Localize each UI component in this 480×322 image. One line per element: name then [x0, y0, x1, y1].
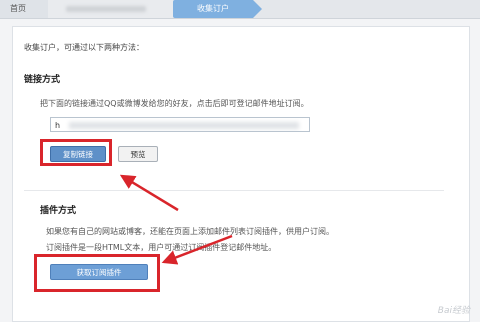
blurred-url: [69, 122, 299, 129]
plugin-section-desc-2: 订阅插件是一段HTML文本，用户可通过订阅插件登记邮件地址。: [46, 243, 277, 252]
link-section-title: 链接方式: [24, 75, 61, 85]
breadcrumb-current: 收集订户: [173, 0, 262, 18]
breadcrumb-blurred-item[interactable]: [48, 0, 191, 18]
watermark-logo: Bai经验: [437, 306, 470, 316]
section-divider: [24, 190, 444, 191]
preview-button[interactable]: 预览: [118, 146, 158, 162]
blurred-text: [66, 6, 146, 12]
highlight-box-copy: [40, 139, 112, 166]
plugin-section-title: 插件方式: [40, 206, 77, 216]
highlight-box-plugin: [34, 254, 160, 292]
breadcrumb: 首页 收集订户: [0, 0, 480, 19]
link-section-desc: 把下面的链接通过QQ或微博发给您的好友，点击后即可登记邮件地址订阅。: [40, 99, 309, 108]
subscribe-url-field[interactable]: h: [50, 117, 310, 132]
url-prefix: h: [55, 121, 61, 130]
intro-text: 收集订户，可通过以下两种方法：: [24, 43, 144, 52]
plugin-section-desc-1: 如果您有自己的网站或博客，还能在页面上添加邮件列表订阅插件，供用户订阅。: [46, 227, 334, 236]
